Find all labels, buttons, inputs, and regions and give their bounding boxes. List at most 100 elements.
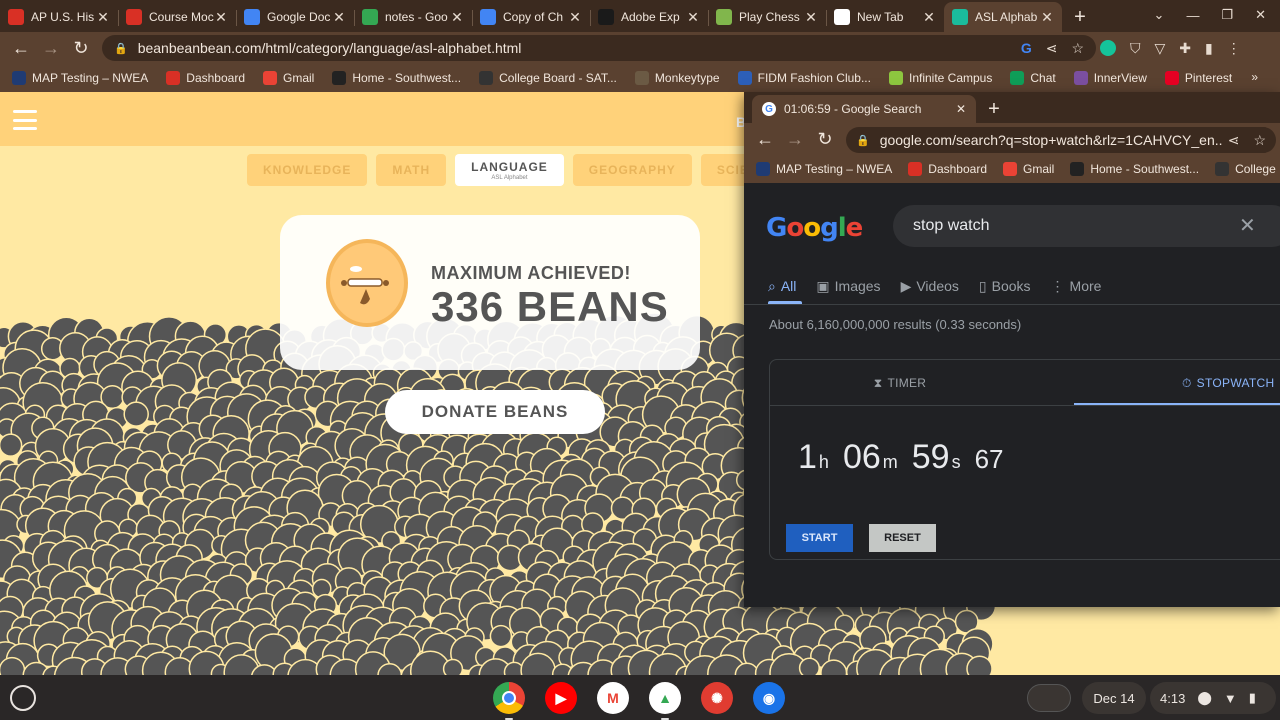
stopwatch-tab[interactable]: ⏱ STOPWATCH [1074, 360, 1280, 406]
share-icon[interactable]: ⋖ [1046, 40, 1058, 57]
popup-address-bar[interactable]: 🔒 google.com/search?q=stop+watch&rlz=1CA… [846, 127, 1276, 153]
close-tab-icon[interactable]: ✕ [214, 9, 228, 26]
menu-icon[interactable]: ⋮ [1227, 40, 1241, 57]
minimize-icon[interactable]: — [1186, 8, 1199, 23]
bean [288, 465, 322, 499]
chrome-app-icon[interactable] [493, 682, 525, 720]
status-tray[interactable]: 4:13 ⬤ ▼ ▮ [1150, 682, 1276, 714]
browser-tab[interactable]: ASL Alphab ✕ [944, 2, 1062, 32]
launcher-icon[interactable] [10, 685, 36, 711]
bean [84, 491, 118, 526]
camera-app-icon[interactable]: ◉ [753, 682, 785, 714]
close-tab-icon[interactable]: ✕ [956, 102, 966, 116]
popup-bookmark-item[interactable]: Dashboard [908, 162, 987, 176]
popup-share-icon[interactable]: ⋖ [1228, 132, 1240, 149]
google-logo[interactable]: Google [766, 213, 863, 243]
category-knowledge[interactable]: KNOWLEDGE [247, 154, 368, 186]
bookmark-item[interactable]: FIDM Fashion Club... [737, 71, 871, 85]
tab-books[interactable]: ▯ Books [979, 275, 1031, 297]
bean [463, 498, 492, 527]
bookmarks-overflow-icon[interactable]: » [1251, 70, 1258, 84]
bookmark-item[interactable]: College Board - SAT... [479, 71, 617, 85]
close-window-icon[interactable]: ✕ [1255, 7, 1266, 23]
popup-bookmark-star-icon[interactable]: ☆ [1253, 132, 1266, 149]
browser-tab[interactable]: Course Moc ✕ [118, 2, 236, 32]
holding-space-icon[interactable] [1027, 684, 1071, 712]
category-geography[interactable]: GEOGRAPHY [572, 154, 692, 186]
browser-tab[interactable]: Copy of Ch ✕ [472, 2, 590, 32]
close-tab-icon[interactable]: ✕ [1040, 9, 1054, 26]
bean [502, 437, 529, 464]
browser-tab[interactable]: New Tab ✕ [826, 2, 944, 32]
bookmark-item[interactable]: Chat [1010, 71, 1056, 85]
category-language[interactable]: LANGUAGE ASL Alphabet [455, 154, 564, 186]
browser-tab[interactable]: notes - Goo ✕ [354, 2, 472, 32]
address-bar[interactable]: 🔒 beanbeanbean.com/html/category/languag… [102, 35, 1096, 61]
bean [521, 588, 554, 621]
drive-app-icon[interactable]: ▲ [649, 682, 681, 720]
close-tab-icon[interactable]: ✕ [568, 9, 582, 26]
shield-icon[interactable]: ⛉ [1130, 40, 1141, 57]
red-circle-icon [126, 9, 142, 25]
bean [223, 654, 260, 675]
category-math[interactable]: MATH [376, 154, 447, 186]
popup-back-icon[interactable]: ← [750, 124, 780, 154]
bookmark-star-icon[interactable]: ☆ [1071, 40, 1084, 57]
sidepanel-icon[interactable]: ▮ [1205, 40, 1213, 57]
popup-bookmark-item[interactable]: Gmail [1003, 162, 1054, 176]
bookmark-item[interactable]: MAP Testing – NWEA [12, 71, 148, 85]
close-tab-icon[interactable]: ✕ [922, 9, 936, 26]
close-tab-icon[interactable]: ✕ [686, 9, 700, 26]
restore-icon[interactable]: ❐ [1221, 7, 1233, 23]
browser-tab[interactable]: Play Chess ✕ [708, 2, 826, 32]
donate-beans-button[interactable]: DONATE BEANS [385, 390, 605, 434]
new-tab-button[interactable]: + [1062, 2, 1098, 32]
tab-all[interactable]: ⌕ All [768, 275, 796, 297]
reset-button[interactable]: RESET [869, 524, 936, 552]
bean [735, 628, 764, 657]
bean [834, 614, 855, 635]
start-button[interactable]: START [786, 524, 853, 552]
tab-more[interactable]: ⋮ More [1051, 275, 1102, 297]
popup-bookmark-item[interactable]: College Boa [1215, 162, 1280, 176]
google-search-input[interactable]: stop watch ✕ [893, 205, 1280, 247]
back-icon[interactable]: ← [6, 33, 36, 63]
timer-tab[interactable]: ⧗ TIMER [770, 360, 1030, 406]
youtube-app-icon[interactable]: ▶ [545, 682, 577, 714]
popup-bookmark-item[interactable]: MAP Testing – NWEA [756, 162, 892, 176]
tab-videos[interactable]: ▶ Videos [901, 275, 959, 297]
bookmark-item[interactable]: Pinterest [1164, 71, 1232, 85]
browser-tab[interactable]: Google Doc ✕ [236, 2, 354, 32]
bookmark-item[interactable]: InnerView [1073, 71, 1147, 85]
reload-icon[interactable]: ↻ [66, 33, 96, 63]
bookmark-item[interactable]: Dashboard [166, 71, 245, 85]
grammarly-icon[interactable] [1100, 40, 1116, 56]
tab-images[interactable]: ▣ Images [816, 275, 880, 297]
popup-reload-icon[interactable]: ↻ [810, 124, 840, 154]
popup-tab[interactable]: G 01:06:59 - Google Search ✕ [752, 95, 976, 123]
hamburger-menu-icon[interactable] [13, 110, 37, 130]
tab-search-icon[interactable]: ⌄ [1154, 7, 1165, 23]
google-lens-icon[interactable]: G [1021, 40, 1032, 56]
date-tray[interactable]: Dec 14 [1082, 682, 1146, 714]
browser-tab[interactable]: Adobe Exp ✕ [590, 2, 708, 32]
popup-forward-icon[interactable]: → [780, 124, 810, 154]
close-tab-icon[interactable]: ✕ [450, 9, 464, 26]
clear-search-icon[interactable]: ✕ [1239, 213, 1256, 238]
browser-tab[interactable]: AP U.S. His ✕ [0, 2, 118, 32]
close-tab-icon[interactable]: ✕ [332, 9, 346, 26]
forward-icon[interactable]: → [36, 33, 66, 63]
extensions-icon[interactable]: ✚ [1179, 40, 1191, 57]
gmail-app-icon[interactable]: M [597, 682, 629, 714]
bookmark-item[interactable]: Infinite Campus [888, 71, 992, 85]
bookmark-item[interactable]: Home - Southwest... [332, 71, 461, 85]
bookmark-item[interactable]: Monkeytype [634, 71, 720, 85]
close-tab-icon[interactable]: ✕ [96, 9, 110, 26]
popup-new-tab-button[interactable]: + [976, 95, 1012, 123]
popup-bookmark-item[interactable]: Home - Southwest... [1070, 162, 1199, 176]
bean [287, 658, 324, 675]
canvas-app-icon[interactable]: ✺ [701, 682, 733, 714]
bookmark-item[interactable]: Gmail [263, 71, 314, 85]
close-tab-icon[interactable]: ✕ [804, 9, 818, 26]
adblock-icon[interactable]: ▽ [1155, 40, 1166, 57]
